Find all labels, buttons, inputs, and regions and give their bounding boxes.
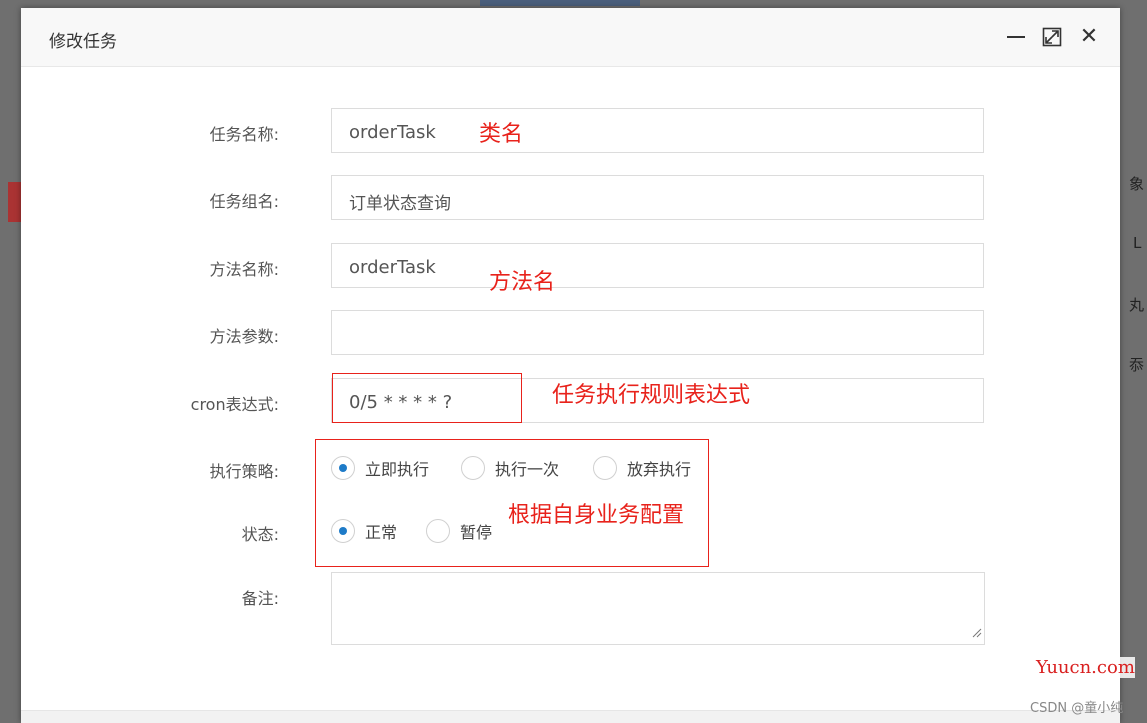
task-name-label: 任务名称: bbox=[209, 125, 279, 144]
method-name-label: 方法名称: bbox=[209, 260, 279, 279]
task-name-input[interactable]: orderTask bbox=[331, 108, 984, 153]
annotation-cron-rule: 任务执行规则表达式 bbox=[552, 383, 751, 408]
dialog-footer bbox=[21, 710, 1120, 723]
edit-task-dialog: 修改任务 ✕ 任务名称: orderTask 任务组名: 订单状态查询 方法名称… bbox=[21, 8, 1120, 723]
close-icon[interactable]: ✕ bbox=[1078, 26, 1100, 48]
method-name-value: orderTask bbox=[349, 257, 436, 278]
strategy-label: 执行策略: bbox=[209, 462, 279, 481]
remark-label: 备注: bbox=[241, 589, 279, 608]
task-group-input[interactable]: 订单状态查询 bbox=[331, 175, 984, 220]
minimize-icon[interactable] bbox=[1005, 26, 1027, 48]
watermark-csdn: CSDN @童小纯 bbox=[1030, 701, 1124, 716]
background-text: 丸 bbox=[1129, 296, 1145, 314]
method-name-input[interactable]: orderTask bbox=[331, 243, 984, 288]
resize-handle-icon[interactable] bbox=[972, 623, 982, 642]
watermark-site: Yuucn.com bbox=[1036, 657, 1135, 678]
method-params-label: 方法参数: bbox=[209, 327, 279, 346]
background-text: L bbox=[1133, 234, 1142, 252]
annotation-class-name: 类名 bbox=[479, 122, 524, 147]
task-name-value: orderTask bbox=[349, 122, 436, 143]
dialog-title: 修改任务 bbox=[49, 32, 117, 52]
maximize-icon[interactable] bbox=[1041, 26, 1063, 48]
cron-label: cron表达式: bbox=[190, 395, 279, 414]
task-group-label: 任务组名: bbox=[209, 192, 279, 211]
annotation-cron-box bbox=[332, 373, 522, 423]
remark-textarea[interactable] bbox=[331, 572, 985, 645]
background-text: 象 bbox=[1129, 175, 1145, 193]
background-toolbar bbox=[480, 0, 640, 6]
annotation-config-note: 根据自身业务配置 bbox=[508, 503, 685, 528]
method-params-input[interactable] bbox=[331, 310, 984, 355]
background-red-tab bbox=[8, 182, 22, 222]
status-label: 状态: bbox=[241, 525, 279, 544]
annotation-method-name: 方法名 bbox=[489, 270, 556, 295]
task-group-value: 订单状态查询 bbox=[349, 194, 451, 214]
background-text: 忝 bbox=[1129, 356, 1145, 374]
dialog-header: 修改任务 ✕ bbox=[21, 8, 1120, 67]
